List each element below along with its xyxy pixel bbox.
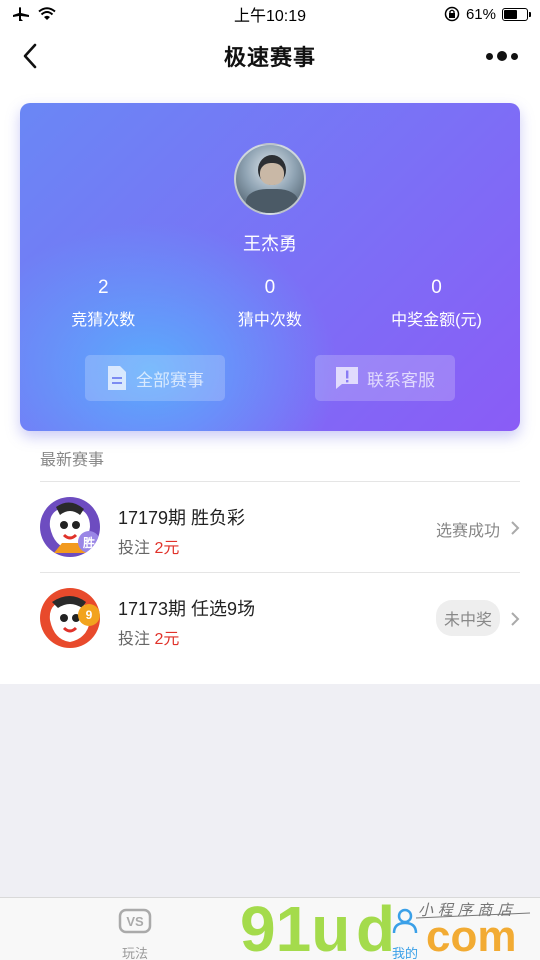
user-name: 王杰勇 — [243, 234, 297, 254]
match-badge: 胜 — [78, 531, 100, 553]
all-matches-label: 全部赛事 — [136, 370, 204, 390]
nav-bar: 极速赛事 — [0, 28, 540, 84]
airplane-icon — [13, 7, 29, 21]
wifi-icon — [38, 7, 56, 20]
avatar-face — [260, 163, 284, 185]
stats-row: 2 竞猜次数 0 猜中次数 0 中奖金额(元) — [20, 276, 520, 330]
avatar-body — [246, 189, 298, 213]
tab-label: 玩法 — [121, 946, 148, 960]
stat-label: 中奖金额(元) — [391, 312, 482, 329]
profile-card: 王杰勇 2 竞猜次数 0 猜中次数 0 中奖金额(元) 全部赛事 联系客服 — [20, 103, 520, 431]
vs-icon: VS — [118, 908, 152, 934]
match-bet: 投注 2元 — [118, 625, 179, 649]
list-item[interactable]: 胜 17179期 胜负彩 投注 2元 选赛成功 — [40, 482, 520, 572]
match-title: 17173期 任选9场 — [118, 599, 256, 619]
match-status: 未中奖 — [435, 600, 500, 636]
match-title: 17179期 胜负彩 — [118, 508, 246, 528]
rotation-lock-icon — [444, 6, 460, 22]
bet-label: 投注 — [118, 540, 151, 557]
tab-play[interactable]: VS 玩法 — [75, 898, 195, 960]
contact-service-button[interactable]: 联系客服 — [315, 355, 455, 401]
match-bet: 投注 2元 — [118, 534, 179, 558]
svg-text:VS: VS — [126, 914, 144, 929]
more-button[interactable] — [482, 44, 522, 68]
list-item[interactable]: 9 17173期 任选9场 投注 2元 未中奖 — [40, 573, 520, 663]
more-dot-right — [511, 52, 518, 60]
tab-label: 我的 — [391, 946, 418, 960]
battery-icon — [502, 7, 531, 21]
user-icon — [392, 908, 418, 934]
more-dot-center — [497, 51, 507, 61]
battery-percent: 61% — [465, 5, 496, 23]
status-right: 61% — [444, 5, 531, 23]
empty-area — [0, 684, 540, 898]
chevron-left-icon — [23, 43, 37, 69]
stat-guess-count: 2 竞猜次数 — [20, 276, 187, 330]
contact-service-label: 联系客服 — [367, 370, 435, 390]
chevron-right-icon — [511, 521, 520, 535]
back-button[interactable] — [14, 40, 46, 72]
match-status: 选赛成功 — [435, 523, 500, 540]
alert-message-icon — [336, 367, 358, 389]
stat-value: 0 — [264, 277, 276, 298]
stat-label: 猜中次数 — [237, 312, 302, 329]
tab-bar: VS 玩法 我的 — [0, 897, 540, 960]
bet-amount: 2元 — [154, 631, 180, 648]
stat-prize-amount: 0 中奖金额(元) — [353, 276, 520, 330]
status-left — [12, 6, 56, 22]
stat-hit-count: 0 猜中次数 — [187, 276, 354, 330]
avatar[interactable] — [234, 143, 306, 215]
page-title: 极速赛事 — [223, 45, 316, 70]
match-badge: 9 — [78, 604, 100, 626]
bet-amount: 2元 — [154, 540, 180, 557]
all-matches-button[interactable]: 全部赛事 — [85, 355, 225, 401]
stat-label: 竞猜次数 — [71, 312, 136, 329]
section-title-recent: 最新赛事 — [40, 452, 105, 469]
match-logo-icon: 9 — [40, 588, 100, 648]
stat-value: 0 — [431, 277, 442, 298]
status-bar: 上午10:19 61% — [0, 0, 540, 28]
tab-mine[interactable]: 我的 — [345, 898, 465, 960]
more-dots-icon — [486, 52, 493, 60]
stat-value: 2 — [98, 277, 109, 298]
match-logo-icon: 胜 — [40, 497, 100, 557]
bet-label: 投注 — [118, 631, 151, 648]
chevron-right-icon — [511, 612, 520, 626]
document-icon — [108, 366, 126, 390]
